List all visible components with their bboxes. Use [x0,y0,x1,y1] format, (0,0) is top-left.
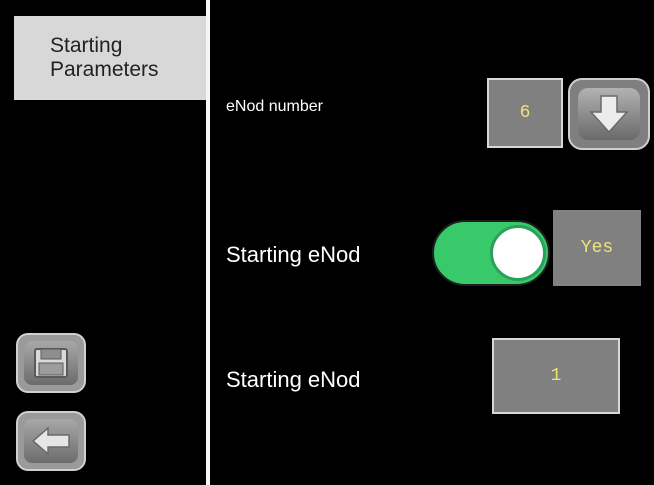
screen: Starting Parameters eNod number 6 Starti… [0,0,654,485]
tab-label-line2: Parameters [50,58,159,81]
starting-enod-value[interactable]: 1 [492,338,620,414]
enod-number-down-button[interactable] [568,78,650,150]
toggle-knob [490,225,546,281]
back-button[interactable] [16,411,86,471]
enod-number-value[interactable]: 6 [487,78,563,148]
sidebar: Starting Parameters [0,0,210,485]
back-arrow-icon [24,419,78,463]
starting-enod-toggle-value: Yes [553,210,641,286]
enod-number-label: eNod number [226,98,323,115]
starting-enod-label: Starting eNod [226,367,361,392]
tab-label-line1: Starting [50,34,123,57]
main-panel: eNod number 6 Starting eNod Yes Starting… [210,0,654,485]
save-icon [24,341,78,385]
starting-enod-toggle-label: Starting eNod [226,242,361,267]
arrow-down-icon [578,88,640,140]
starting-enod-toggle[interactable] [432,220,550,286]
save-button[interactable] [16,333,86,393]
tab-starting-parameters[interactable]: Starting Parameters [14,16,206,100]
